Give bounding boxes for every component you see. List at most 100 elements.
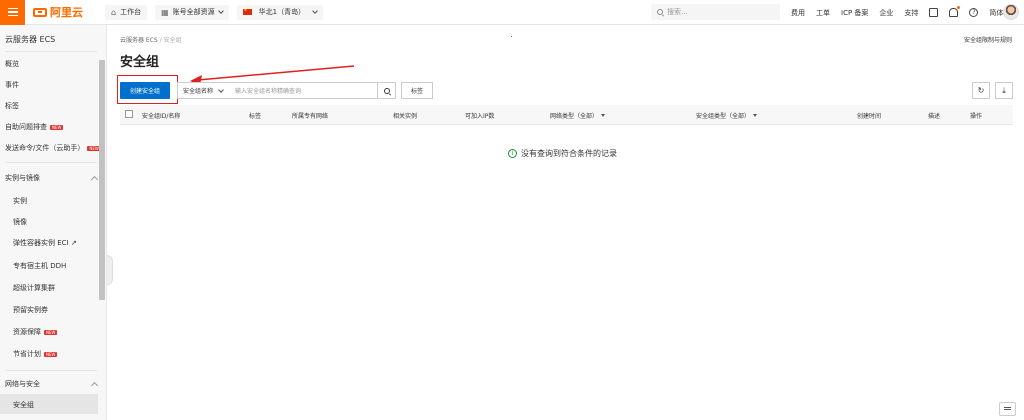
sidebar-item-label: 自助问题排查 — [5, 123, 47, 131]
workbench-button[interactable]: ⌂ 工作台 — [105, 4, 148, 20]
search-icon — [383, 87, 390, 94]
security-group-search-input[interactable]: 输入安全组名称精确查询 — [228, 82, 378, 99]
home-icon: ⌂ — [111, 7, 117, 17]
sidebar-item-overview[interactable]: 概览 — [5, 59, 19, 69]
sidebar-item-label: 预留实例券 — [13, 306, 48, 314]
chevron-down-icon — [312, 8, 318, 14]
caret-down-icon — [601, 114, 606, 117]
caret-down-icon — [753, 114, 758, 117]
sidebar-item-label: 标签 — [5, 102, 19, 110]
column-label: 所属专有网络 — [292, 113, 329, 120]
tag-filter-button[interactable]: 标签 — [401, 82, 433, 99]
page-title: 安全组 — [120, 55, 160, 70]
link-tickets[interactable]: 工单 — [816, 8, 830, 18]
column-header-network-type[interactable]: 网络类型（全部） — [550, 111, 606, 120]
column-label: 相关实例 — [393, 113, 418, 120]
table-header: 安全组ID/名称 标签 所属专有网络 相关实例 可加入IP数 网络类型（全部） … — [120, 105, 1013, 125]
china-flag-icon — [242, 7, 252, 15]
region-label: 华北1（青岛） — [258, 8, 306, 16]
sidebar-item-instances[interactable]: 实例 — [13, 196, 27, 206]
sidebar-item-label: 实例 — [13, 197, 27, 205]
security-group-limits-link[interactable]: 安全组限制与规则 — [964, 35, 1012, 44]
sidebar-item-label: 事件 — [5, 81, 19, 89]
sidebar-item-tags[interactable]: 标签 — [5, 101, 19, 111]
column-header-created: 创建时间 — [857, 111, 881, 120]
column-header-tags: 标签 — [249, 111, 261, 120]
help-icon[interactable]: ? — [969, 8, 979, 17]
chat-icon[interactable] — [999, 402, 1016, 416]
sidebar-item-scc[interactable]: 超级计算集群 — [13, 283, 55, 293]
empty-state: i 没有查询到符合条件的记录 — [508, 148, 617, 159]
select-all-checkbox[interactable] — [125, 110, 133, 118]
search-button[interactable] — [377, 82, 396, 99]
sidebar-item-label: 安全组 — [13, 401, 34, 409]
sidebar-group-instances[interactable]: 实例与镜像 — [5, 173, 99, 184]
filter-field-select[interactable]: 安全组名称 — [177, 82, 229, 99]
logo-text: 阿里云 — [50, 6, 83, 19]
column-header-actions: 操作 — [970, 111, 982, 120]
sidebar-group-label: 实例与镜像 — [5, 174, 40, 182]
message-icon[interactable] — [929, 8, 939, 17]
column-header-vpc: 所属专有网络 — [292, 111, 328, 120]
column-label: 可加入IP数 — [465, 113, 495, 120]
grid-icon: ▦ — [161, 7, 169, 17]
account-resources-label: 账号全部资源 — [172, 8, 215, 16]
sidebar-item-label: 超级计算集群 — [13, 284, 55, 292]
region-dropdown[interactable]: 华北1（青岛） — [236, 4, 324, 20]
sidebar-collapse-handle[interactable] — [107, 255, 113, 285]
chevron-down-icon — [217, 8, 224, 14]
sidebar-item-security-groups[interactable]: 安全组 — [13, 400, 34, 410]
sidebar-item-ddh[interactable]: 专有宿主机 DDH — [13, 261, 66, 271]
empty-message: 没有查询到符合条件的记录 — [521, 149, 617, 158]
aliyun-logo[interactable]: 阿里云 — [33, 4, 83, 20]
column-header-group-type[interactable]: 安全组类型（全部） — [696, 111, 758, 120]
sidebar-item-savings-plan[interactable]: 节省计划 NEW — [13, 349, 58, 359]
download-icon: ⤓ — [1002, 85, 1006, 95]
sidebar-item-troubleshoot[interactable]: 自助问题排查 NEW — [5, 122, 64, 132]
link-enterprise[interactable]: 企业 — [879, 8, 893, 18]
link-support[interactable]: 支持 — [904, 8, 918, 18]
sidebar-item-label: 概览 — [5, 60, 19, 68]
sidebar-scrollbar[interactable] — [99, 60, 105, 300]
divider — [5, 162, 97, 163]
breadcrumb-root[interactable]: 云服务器 ECS — [120, 37, 158, 44]
sidebar-item-label: 专有宿主机 DDH — [13, 262, 67, 270]
avatar[interactable] — [1003, 4, 1019, 20]
new-badge: NEW — [44, 351, 58, 357]
column-label: 安全组ID/名称 — [142, 113, 181, 120]
bell-icon[interactable] — [949, 6, 961, 17]
sidebar-item-eci[interactable]: 弹性容器实例 ECI ↗ — [13, 238, 77, 248]
link-billing[interactable]: 费用 — [791, 8, 805, 18]
language-switch[interactable]: 简体 — [989, 8, 1003, 18]
sidebar-item-label: 节省计划 — [13, 350, 41, 358]
sidebar-item-cloud-assistant[interactable]: 发送命令/文件（云助手） NEW — [5, 143, 101, 153]
workbench-label: 工作台 — [120, 8, 142, 16]
chevron-up-icon — [90, 175, 99, 184]
stray-dot — [511, 36, 512, 37]
info-icon: i — [508, 149, 517, 158]
new-badge: NEW — [44, 329, 58, 335]
search-icon — [657, 9, 663, 15]
refresh-icon: ↻ — [977, 86, 985, 95]
sidebar-group-network[interactable]: 网络与安全 — [5, 379, 99, 390]
refresh-button[interactable]: ↻ — [972, 82, 990, 99]
account-resources-dropdown[interactable]: ▦ 账号全部资源 — [155, 4, 229, 20]
column-label: 网络类型（全部） — [550, 113, 599, 120]
sidebar-item-reserved[interactable]: 预留实例券 — [13, 305, 48, 315]
breadcrumb: 云服务器 ECS / 安全组 — [120, 35, 182, 44]
divider — [5, 370, 97, 371]
sidebar-item-capacity[interactable]: 资源保障 NEW — [13, 327, 58, 337]
create-security-group-button[interactable]: 创建安全组 — [120, 82, 170, 99]
sidebar-title: 云服务器 ECS — [5, 35, 56, 44]
global-search-input[interactable]: 搜索... — [651, 4, 780, 20]
new-badge: NEW — [50, 124, 64, 130]
column-label: 创建时间 — [857, 113, 882, 120]
link-icp[interactable]: ICP 备案 — [841, 8, 868, 18]
top-links: 费用 工单 ICP 备案 企业 支持 ? 简体 — [791, 0, 1003, 25]
menu-icon[interactable] — [0, 0, 25, 25]
column-header-description: 描述 — [928, 111, 940, 120]
sidebar-item-images[interactable]: 镜像 — [13, 217, 27, 227]
breadcrumb-separator: / — [159, 37, 162, 44]
export-button[interactable]: ⤓ — [995, 82, 1013, 99]
sidebar-item-events[interactable]: 事件 — [5, 80, 19, 90]
